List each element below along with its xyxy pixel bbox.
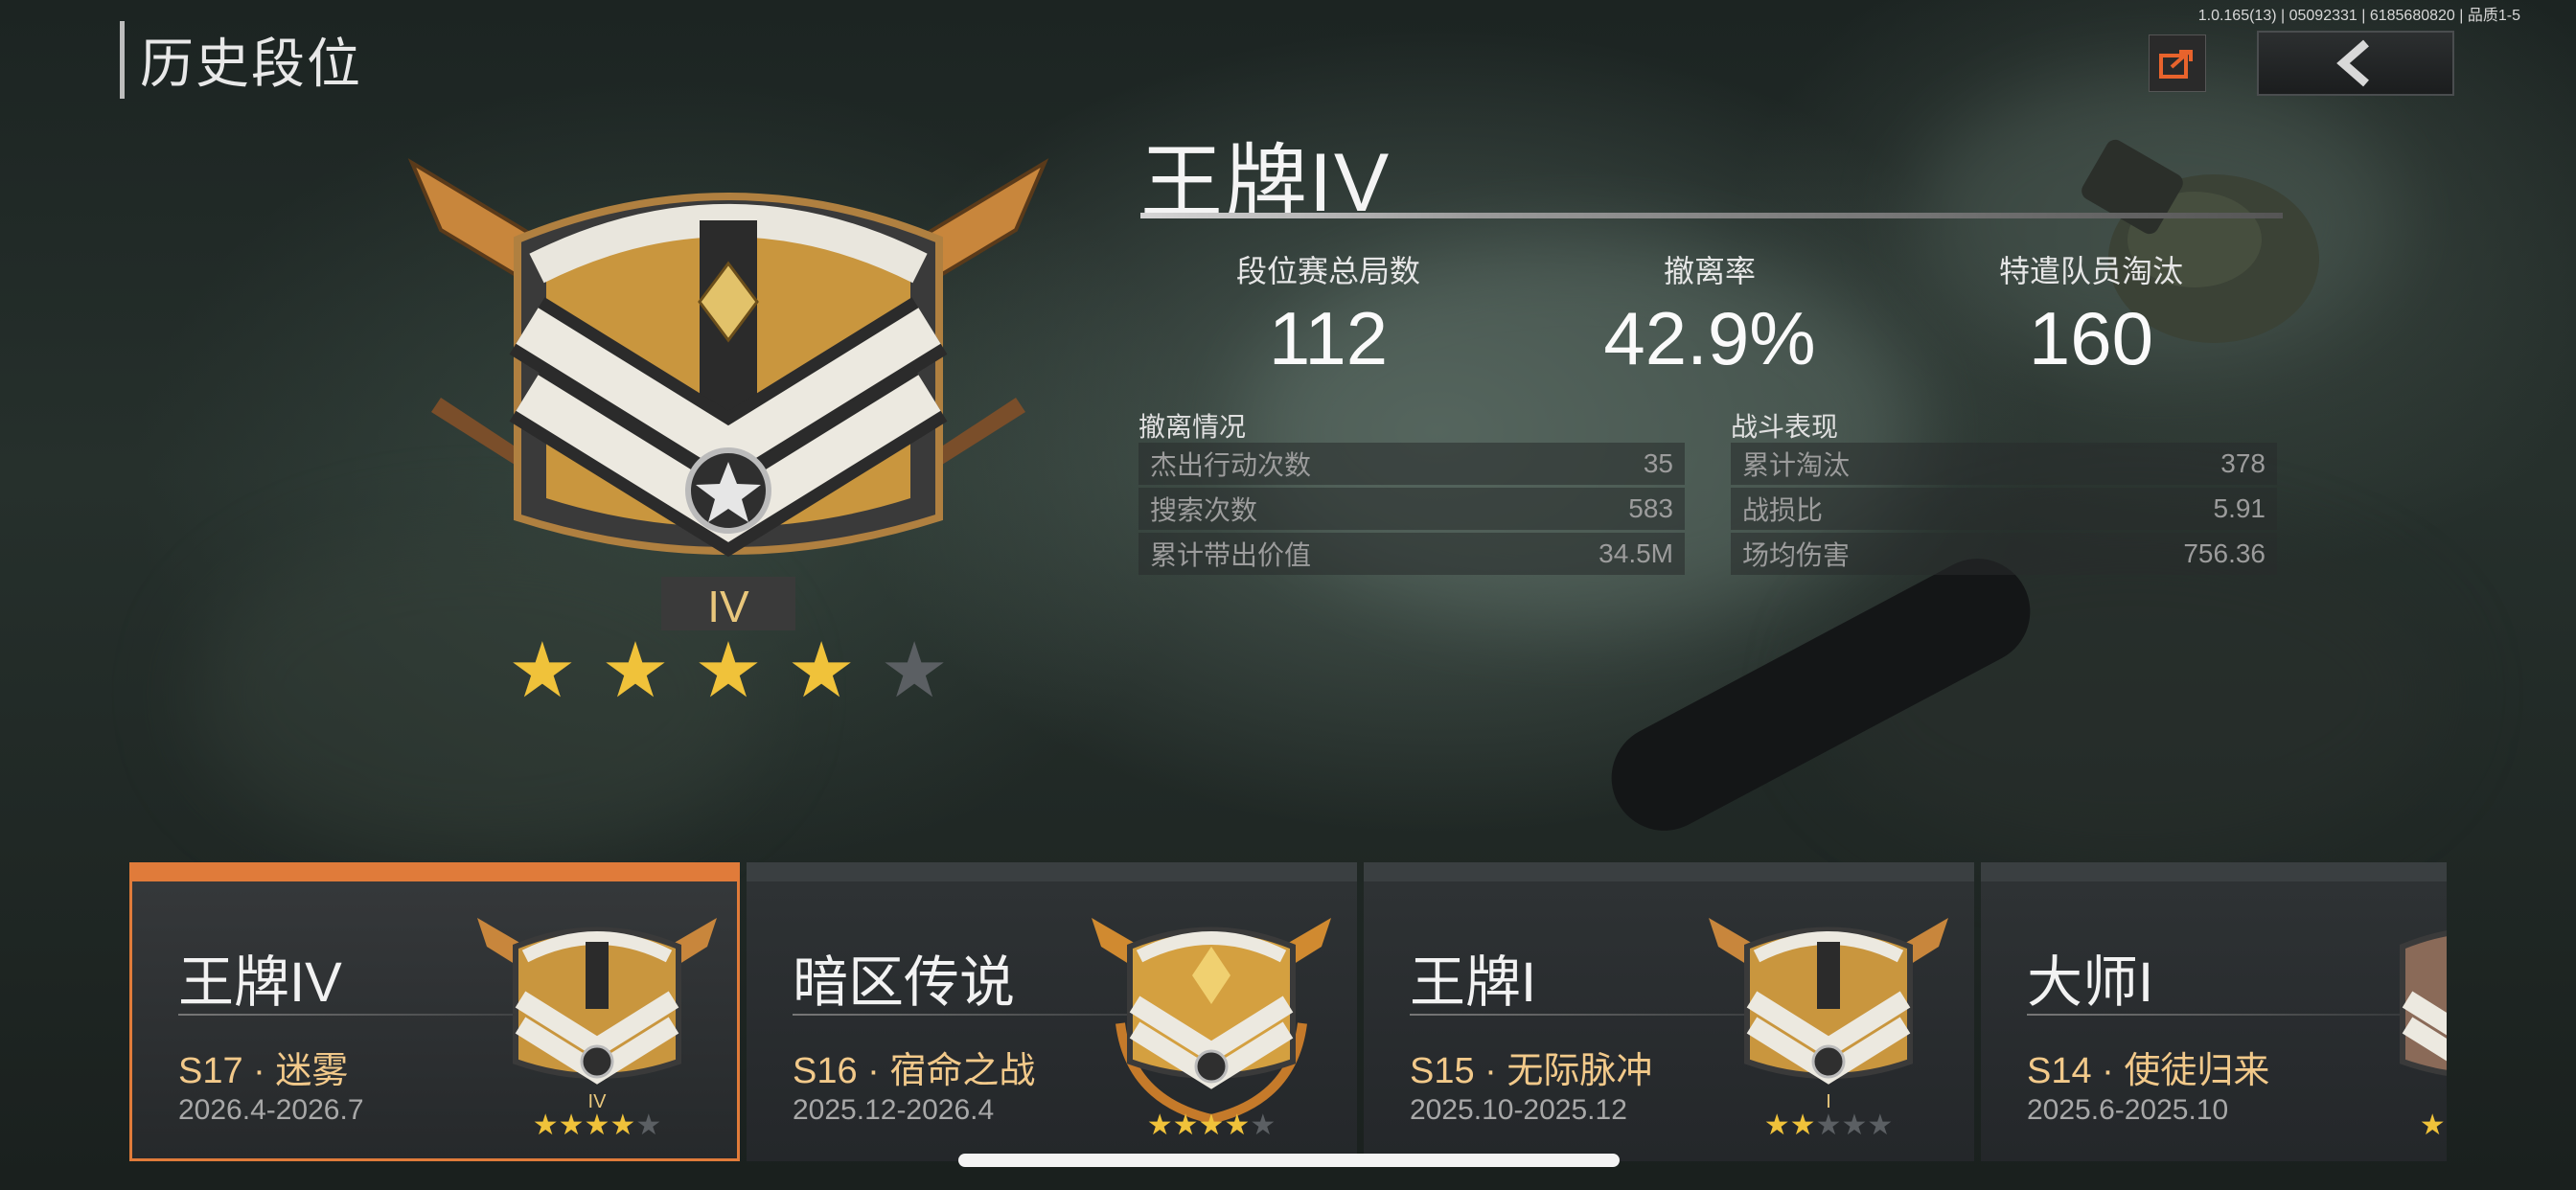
rank-divider [1140, 213, 2283, 218]
table-row: 场均伤害 756.36 [1731, 533, 2277, 575]
row-label: 搜索次数 [1150, 495, 1258, 525]
combat-table: 累计淘汰 378 战损比 5.91 场均伤害 756.36 [1731, 443, 2277, 578]
season-rank-name: 暗区传说 [793, 951, 1016, 1014]
row-label: 杰出行动次数 [1150, 450, 1312, 480]
row-label: 累计淘汰 [1742, 450, 1851, 480]
season-rank-name: 王牌IV [178, 951, 342, 1014]
page-title: 历史段位 [120, 21, 362, 99]
star-filled-icon: ★ [601, 628, 670, 713]
row-value: 35 [1643, 448, 1673, 478]
home-indicator[interactable] [958, 1154, 1620, 1167]
star-filled-icon: ★ [508, 628, 577, 713]
table-row: 累计淘汰 378 [1731, 443, 2277, 485]
stat-value: 160 [2028, 296, 2154, 380]
season-dates: 2025.12-2026.4 [793, 1094, 995, 1126]
season-name: S15 · 无际脉冲 [1410, 1051, 1653, 1091]
version-info: 1.0.165(13) | 05092331 | 6185680820 | 品质… [2197, 8, 2520, 24]
evacuation-table: 杰出行动次数 35 搜索次数 583 累计带出价值 34.5M [1138, 443, 1685, 578]
row-value: 34.5M [1598, 538, 1673, 568]
share-icon [2159, 50, 2193, 79]
season-card[interactable]: 大师I S14 · 使徒归来 2025.6-2025.10 ★★★★★ [1981, 862, 2447, 1161]
stat-value: 42.9% [1603, 296, 1816, 380]
season-name: S17 · 迷雾 [178, 1051, 349, 1091]
rank-badge: IV ★ ★ ★ ★ ★ [402, 134, 1054, 747]
table-row: 搜索次数 583 [1138, 488, 1685, 530]
season-card-list[interactable]: 王牌IV S17 · 迷雾 2026.4-2026.7 IV ★★★★★ 暗区传… [129, 862, 2447, 1161]
season-dates: 2025.6-2025.10 [2027, 1094, 2229, 1126]
season-rank-badge: I ★★★★★ [1709, 918, 1948, 1138]
stat-value: 112 [1268, 296, 1389, 380]
row-value: 583 [1628, 493, 1673, 523]
badge-stars: ★★★★★ [2420, 1109, 2447, 1138]
row-label: 场均伤害 [1742, 540, 1851, 570]
stat-total-matches: 段位赛总局数 112 [1165, 247, 1491, 382]
back-button[interactable] [2257, 31, 2454, 96]
share-button[interactable] [2149, 34, 2206, 92]
evacuation-section-title: 撤离情况 [1138, 412, 1247, 442]
season-card[interactable]: 暗区传说 S16 · 宿命之战 2025.12-2026.4 ★★★★★ [747, 862, 1357, 1161]
season-dates: 2025.10-2025.12 [1410, 1094, 1627, 1126]
season-rank-badge: IV ★★★★★ [477, 918, 717, 1138]
row-label: 战损比 [1742, 495, 1824, 525]
stat-label: 段位赛总局数 [1235, 254, 1420, 288]
stat-evac-rate: 撤离率 42.9% [1547, 247, 1873, 382]
season-card[interactable]: 王牌IV S17 · 迷雾 2026.4-2026.7 IV ★★★★★ [129, 862, 740, 1161]
combat-section-title: 战斗表现 [1731, 412, 1839, 442]
chevron-left-icon [2336, 39, 2369, 87]
season-rank-badge: ★★★★★ [1092, 918, 1331, 1138]
table-row: 累计带出价值 34.5M [1138, 533, 1685, 575]
season-dates: 2026.4-2026.7 [178, 1094, 364, 1126]
rank-stars: ★ ★ ★ ★ ★ [508, 632, 949, 709]
row-value: 378 [2220, 448, 2266, 478]
badge-stars: ★★★★★ [1764, 1109, 1893, 1138]
badge-stars: ★★★★★ [1147, 1109, 1276, 1138]
row-value: 5.91 [2213, 493, 2266, 523]
stat-eliminations: 特遣队员淘汰 160 [1928, 247, 2254, 382]
season-name: S14 · 使徒归来 [2027, 1051, 2270, 1091]
rod-image [1611, 559, 2031, 831]
star-filled-icon: ★ [787, 628, 856, 713]
table-row: 战损比 5.91 [1731, 488, 2277, 530]
season-name: S16 · 宿命之战 [793, 1051, 1036, 1091]
star-filled-icon: ★ [694, 628, 763, 713]
season-rank-name: 大师I [2027, 951, 2154, 1014]
row-label: 累计带出价值 [1150, 540, 1312, 570]
season-rank-name: 王牌I [1410, 951, 1537, 1014]
row-value: 756.36 [2183, 538, 2266, 568]
season-card[interactable]: 王牌I S15 · 无际脉冲 2025.10-2025.12 I ★★★★★ [1364, 862, 1974, 1161]
star-empty-icon: ★ [880, 628, 949, 713]
table-row: 杰出行动次数 35 [1138, 443, 1685, 485]
stat-label: 特遣队员淘汰 [1998, 254, 2183, 288]
season-rank-badge: ★★★★★ [2400, 930, 2447, 1138]
badge-stars: ★★★★★ [533, 1109, 661, 1138]
stat-label: 撤离率 [1663, 254, 1756, 288]
rank-numeral: IV [707, 582, 749, 631]
